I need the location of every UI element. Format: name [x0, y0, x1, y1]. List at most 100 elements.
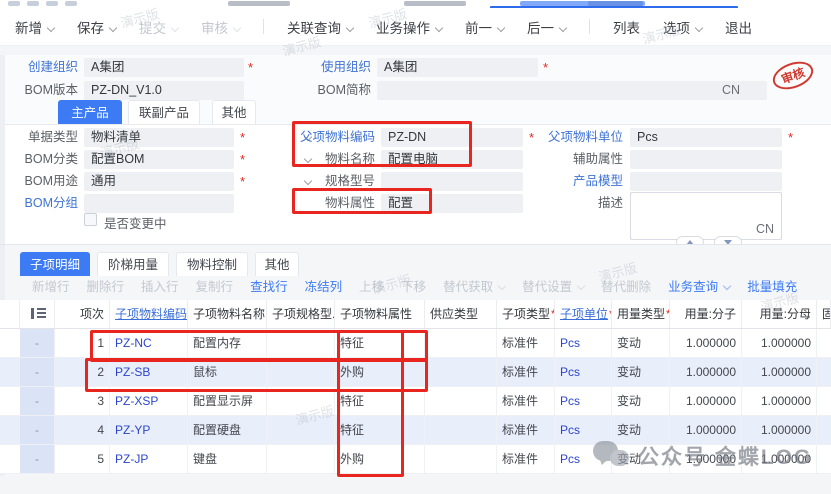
- code-link[interactable]: PZ-SB: [115, 365, 150, 379]
- unit-link[interactable]: Pcs: [560, 365, 580, 379]
- cell-code[interactable]: PZ-XSP: [110, 387, 188, 415]
- previous-button[interactable]: 前一: [465, 17, 504, 37]
- bom-use-select[interactable]: 通用: [84, 172, 234, 191]
- row-handle[interactable]: -: [20, 416, 55, 444]
- row-handle[interactable]: -: [20, 358, 55, 386]
- header-type[interactable]: 子项类型*: [497, 300, 555, 328]
- tab-child-detail[interactable]: 子项明细: [20, 252, 90, 276]
- cell-unit[interactable]: Pcs: [555, 445, 612, 473]
- bom-group-field[interactable]: [84, 194, 234, 213]
- bom-class-select[interactable]: 配置BOM: [84, 150, 234, 169]
- tab-detail-other[interactable]: 其他: [255, 252, 299, 276]
- product-model-field[interactable]: [630, 172, 782, 191]
- clipped-tab[interactable]: [404, 1, 466, 6]
- cell-unit[interactable]: Pcs: [555, 387, 612, 415]
- unit-link[interactable]: Pcs: [560, 394, 580, 408]
- bom-group-label[interactable]: BOM分组: [0, 194, 78, 213]
- save-button[interactable]: 保存: [77, 17, 116, 37]
- parent-code-field[interactable]: PZ-DN: [381, 128, 523, 147]
- tab-main-product[interactable]: 主产品: [58, 100, 122, 124]
- unit-link[interactable]: Pcs: [560, 423, 580, 437]
- bom-version-field[interactable]: PZ-DN_V1.0: [84, 81, 244, 100]
- batch-fill-button[interactable]: 批量填充: [747, 276, 797, 295]
- code-link[interactable]: PZ-XSP: [115, 394, 158, 408]
- cell-code[interactable]: PZ-JP: [110, 445, 188, 473]
- doc-type-select[interactable]: 物料清单: [84, 128, 234, 147]
- move-up-button[interactable]: 上移: [359, 276, 384, 295]
- find-row-button[interactable]: 查找行: [250, 276, 288, 295]
- material-attr-field[interactable]: 配置: [381, 194, 523, 213]
- row-handle[interactable]: -: [20, 329, 55, 357]
- move-down-button[interactable]: 下移: [401, 276, 426, 295]
- header-seq[interactable]: 项次: [55, 300, 110, 328]
- code-link[interactable]: PZ-YP: [115, 423, 150, 437]
- parent-unit-label[interactable]: 父项物料单位: [545, 128, 623, 147]
- header-numerator[interactable]: 用量:分子: [670, 300, 742, 328]
- header-unit[interactable]: 子项单位*: [555, 300, 612, 328]
- header-supply[interactable]: 供应类型: [425, 300, 497, 328]
- table-row[interactable]: - 1 PZ-NC 配置内存 特征 标准件 Pcs 变动 1.000000 1.…: [0, 329, 831, 358]
- tab-co-product[interactable]: 联副产品: [128, 100, 200, 124]
- use-org-field[interactable]: A集团: [377, 58, 538, 77]
- row-handle[interactable]: -: [20, 387, 55, 415]
- header-attr[interactable]: 子项物料属性: [335, 300, 425, 328]
- cell-code[interactable]: PZ-NC: [110, 329, 188, 357]
- list-button[interactable]: 列表: [613, 17, 640, 37]
- cell-unit[interactable]: Pcs: [555, 358, 612, 386]
- new-button[interactable]: 新增: [15, 17, 54, 37]
- header-unit-link[interactable]: 子项单位: [560, 307, 608, 321]
- substitute-set-button[interactable]: 替代设置: [522, 276, 584, 295]
- table-row[interactable]: - 4 PZ-YP 配置硬盘 特征 标准件 Pcs 变动 1.000000 1.…: [0, 416, 831, 445]
- cell-unit[interactable]: Pcs: [555, 416, 612, 444]
- substitute-get-button[interactable]: 替代获取: [443, 276, 505, 295]
- exit-button[interactable]: 退出: [725, 17, 752, 37]
- parent-unit-field[interactable]: Pcs: [630, 128, 782, 147]
- header-code-link[interactable]: 子项物料编码: [115, 307, 187, 321]
- options-button[interactable]: 选项: [663, 17, 702, 37]
- table-row[interactable]: - 5 PZ-JP 键盘 外购 标准件 Pcs 变动 1.000000 1.00…: [0, 445, 831, 474]
- cell-unit[interactable]: Pcs: [555, 329, 612, 357]
- cell-code[interactable]: PZ-YP: [110, 416, 188, 444]
- code-link[interactable]: PZ-JP: [115, 452, 148, 466]
- next-button[interactable]: 后一: [527, 17, 566, 37]
- substitute-delete-button[interactable]: 替代删除: [601, 276, 651, 295]
- header-denominator[interactable]: 用量:分母: [742, 300, 817, 328]
- header-spec[interactable]: 子项规格型...: [267, 300, 335, 328]
- create-org-label[interactable]: 创建组织: [0, 58, 78, 77]
- tab-step-usage[interactable]: 阶梯用量: [97, 252, 169, 276]
- table-row[interactable]: - 2 PZ-SB 鼠标 外购 标准件 Pcs 变动 1.000000 1.00…: [0, 358, 831, 387]
- cell-code[interactable]: PZ-SB: [110, 358, 188, 386]
- business-operation-button[interactable]: 业务操作: [376, 17, 442, 37]
- spec-field[interactable]: [381, 172, 523, 191]
- header-name[interactable]: 子项物料名称: [188, 300, 267, 328]
- tab-material-control[interactable]: 物料控制: [176, 252, 248, 276]
- submit-button[interactable]: 提交: [139, 17, 178, 37]
- header-clipped[interactable]: 固: [817, 300, 831, 328]
- freeze-column-button[interactable]: 冻结列: [305, 276, 343, 295]
- header-usage[interactable]: 用量类型*: [612, 300, 670, 328]
- is-changing-checkbox[interactable]: [84, 213, 97, 226]
- table-row[interactable]: - 3 PZ-XSP 配置显示屏 特征 标准件 Pcs 变动 1.000000 …: [0, 387, 831, 416]
- unit-link[interactable]: Pcs: [560, 336, 580, 350]
- aux-attr-field[interactable]: [630, 150, 782, 169]
- header-code[interactable]: 子项物料编码*: [110, 300, 188, 328]
- material-name-field[interactable]: 配置电脑: [381, 150, 523, 169]
- audit-button[interactable]: 审核: [201, 17, 240, 37]
- tab-other[interactable]: 其他: [212, 100, 256, 124]
- description-textarea[interactable]: CN: [630, 192, 782, 240]
- use-org-label[interactable]: 使用组织: [295, 58, 371, 77]
- delete-row-button[interactable]: 删除行: [87, 276, 125, 295]
- code-link[interactable]: PZ-NC: [115, 336, 152, 350]
- copy-row-button[interactable]: 复制行: [196, 276, 234, 295]
- parent-code-label[interactable]: 父项物料编码: [297, 128, 375, 147]
- create-org-field[interactable]: A集团: [84, 58, 244, 77]
- bom-short-field[interactable]: CN: [377, 81, 767, 100]
- product-model-label[interactable]: 产品模型: [545, 172, 623, 191]
- clipped-tab[interactable]: [228, 1, 290, 6]
- related-query-button[interactable]: 关联查询: [287, 17, 353, 37]
- unit-link[interactable]: Pcs: [560, 452, 580, 466]
- add-row-button[interactable]: 新增行: [32, 276, 70, 295]
- column-settings-cell[interactable]: [20, 300, 55, 328]
- row-handle[interactable]: -: [20, 445, 55, 473]
- business-query-button[interactable]: 业务查询: [668, 276, 730, 295]
